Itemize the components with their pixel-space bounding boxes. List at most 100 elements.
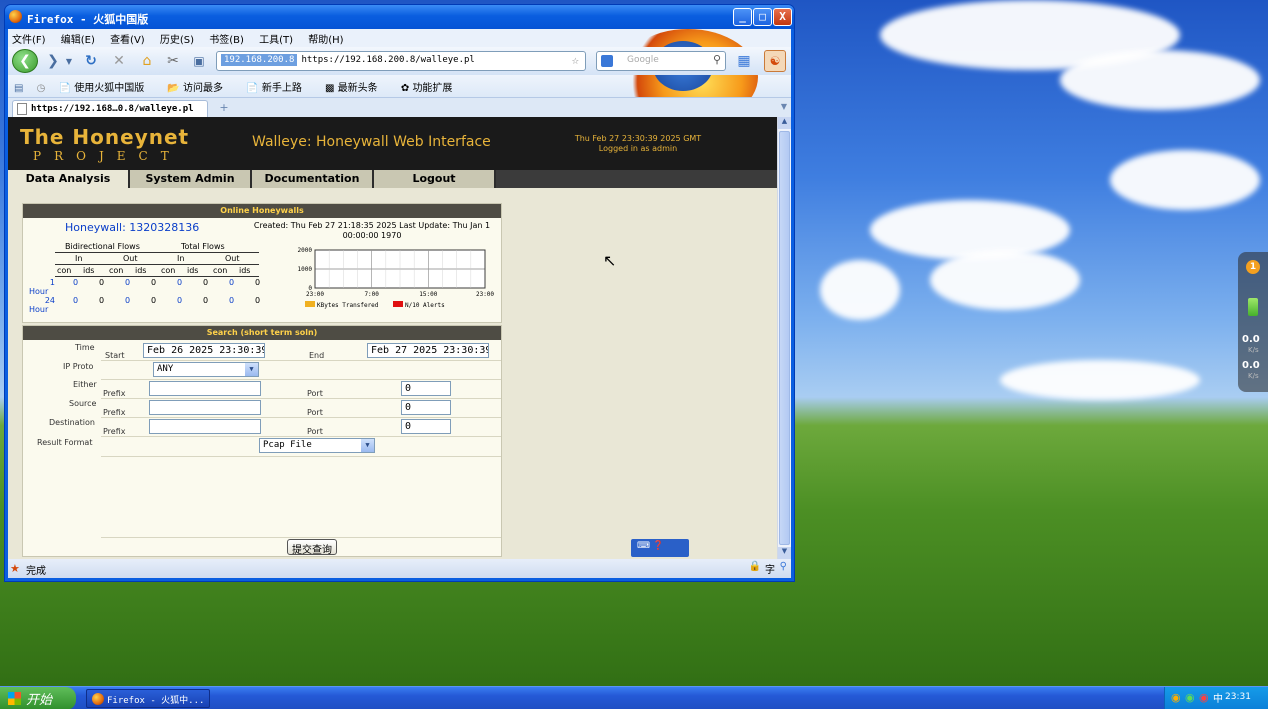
divider [101, 456, 501, 457]
created-line2: 00:00:00 1970 [342, 231, 402, 240]
menu-help[interactable]: 帮助(H) [308, 35, 343, 46]
menu-file[interactable]: 文件(F) [12, 35, 46, 46]
taskbar-firefox-button[interactable]: Firefox - 火狐中... [86, 689, 210, 708]
ipproto-select[interactable]: ANY ▼ [153, 362, 259, 377]
destination-prefix-input[interactable] [149, 419, 261, 434]
menu-tools[interactable]: 工具(T) [259, 35, 293, 46]
either-port-input[interactable]: 0 [401, 381, 451, 396]
tab-list-icon[interactable]: ▼ [781, 102, 787, 111]
help-icon[interactable]: ❓ [653, 541, 664, 551]
flow-cell[interactable]: 0 [125, 278, 130, 287]
menu-bookmarks[interactable]: 书签(B) [209, 35, 244, 46]
star-icon[interactable]: ☆ [572, 53, 579, 67]
ipproto-label: IP Proto [63, 362, 94, 371]
destination-label: Destination [49, 418, 95, 427]
menu-history[interactable]: 历史(S) [160, 35, 194, 46]
in-label: In [75, 254, 83, 263]
history-dropdown-icon[interactable]: ▼ [64, 50, 74, 72]
chevron-down-icon[interactable]: ▼ [361, 439, 374, 452]
either-prefix-input[interactable] [149, 381, 261, 396]
firefox-window[interactable]: Firefox - 火狐中国版 _ □ X 文件(F) 编辑(E) 查看(V) … [4, 4, 795, 582]
scroll-thumb[interactable] [779, 131, 790, 545]
back-button[interactable]: ❮ [12, 49, 38, 73]
bookmark-latest-headlines[interactable]: ▩ 最新头条 [325, 83, 388, 94]
start-label: 开始 [26, 693, 53, 708]
font-icon[interactable]: 字 [765, 561, 775, 576]
prefix-label: Prefix [103, 389, 126, 398]
scroll-down-icon[interactable]: ▼ [778, 547, 791, 559]
magnifier-icon[interactable]: ⚲ [780, 561, 787, 572]
address-bar[interactable]: 192.168.200.8 https://192.168.200.8/walle… [216, 51, 586, 71]
source-port-input[interactable]: 0 [401, 400, 451, 415]
flow-cell: 0 [151, 296, 157, 305]
search-icon[interactable]: ⚲ [713, 53, 721, 66]
source-prefix-input[interactable] [149, 400, 261, 415]
bookmark-extensions[interactable]: ✿ 功能扩展 [401, 83, 463, 94]
destination-port-input[interactable]: 0 [401, 419, 451, 434]
google-icon[interactable] [601, 55, 613, 67]
site-identity[interactable]: 192.168.200.8 [221, 54, 298, 66]
ime-toolbar[interactable]: ⌨ ❓ [631, 539, 689, 557]
upload-speed: 0.0 [1242, 334, 1260, 345]
honeywall-link[interactable]: Honeywall: 1320328136 [65, 221, 199, 234]
reload-button[interactable]: ↻ [80, 50, 102, 72]
honeywall-chart: 20001000023:00 7:00 15:00 23:00KBytes Trans… [298, 247, 495, 309]
scroll-up-icon[interactable]: ▲ [778, 117, 791, 129]
chevron-down-icon[interactable]: ▼ [245, 363, 258, 376]
new-tab-button[interactable]: + [214, 101, 234, 117]
flow-cell[interactable]: 0 [229, 278, 234, 287]
clock-icon[interactable]: ◷ [37, 83, 46, 94]
maximize-button[interactable]: □ [753, 8, 772, 26]
tab-data-analysis[interactable]: Data Analysis [8, 170, 130, 188]
flow-cell[interactable]: 0 [125, 296, 130, 305]
home-button[interactable]: ⌂ [136, 50, 158, 72]
minimize-button[interactable]: _ [733, 8, 752, 26]
divider [101, 398, 501, 399]
close-button[interactable]: X [773, 8, 792, 26]
sidebar-icon[interactable]: ▤ [14, 83, 23, 94]
tab-walleye[interactable]: https://192.168…0.8/walleye.pl [12, 100, 208, 118]
total-flows-label: Total Flows [181, 242, 225, 251]
start-button[interactable]: 开始 [0, 687, 76, 709]
flow-cell[interactable]: 0 [73, 296, 78, 305]
cut-icon[interactable]: ✂ [162, 50, 184, 72]
notification-badge[interactable]: 1 [1246, 260, 1260, 274]
tray-security-icon[interactable]: ◉ [1199, 691, 1209, 704]
chart-legend-swatch [393, 301, 403, 307]
keyboard-icon[interactable]: ⌨ [637, 541, 650, 551]
end-time-input[interactable]: Feb 27 2025 23:30:39 [367, 343, 489, 358]
title-bar[interactable]: Firefox - 火狐中国版 _ □ X [5, 5, 794, 29]
screenshot-icon[interactable]: ▣ [188, 50, 210, 72]
tray-app-icon[interactable]: ◉ [1171, 691, 1181, 704]
flow-cell[interactable]: 0 [177, 296, 182, 305]
submit-query-button[interactable]: 提交查询 [287, 539, 337, 556]
tray-ime-icon[interactable]: 中 [1213, 690, 1223, 705]
flow-cell[interactable]: 0 [73, 278, 78, 287]
time-label: Time [75, 343, 95, 352]
tray-network-icon[interactable]: ◉ [1185, 691, 1195, 704]
network-speed-widget[interactable]: 1 0.0 K/s 0.0 K/s [1238, 252, 1268, 392]
menu-view[interactable]: 查看(V) [110, 35, 145, 46]
login-status: Logged in as admin [598, 144, 678, 153]
stop-button[interactable]: ✕ [108, 50, 130, 72]
tab-documentation[interactable]: Documentation [252, 170, 374, 188]
page-scrollbar[interactable]: ▲ ▼ [777, 117, 791, 559]
tab-logout[interactable]: Logout [374, 170, 496, 188]
flow-rows: 1 Hour 0 0 0 0 0 0 0 0 24 Hour 0 0 0 0 0 0 0 0 [23, 278, 273, 318]
flow-cell[interactable]: 0 [229, 296, 234, 305]
bookmark-use-firefox[interactable]: 📄 使用火狐中国版 [59, 83, 155, 94]
start-time-input[interactable]: Feb 26 2025 23:30:39 [143, 343, 265, 358]
flow-cell: 0 [255, 278, 261, 287]
search-box[interactable]: Google ⚲ [596, 51, 726, 71]
tab-system-admin[interactable]: System Admin [130, 170, 252, 188]
fox-menu-icon[interactable]: ☯ [764, 50, 786, 72]
forward-button[interactable]: ❯ [42, 50, 64, 72]
bookmark-menu-icon[interactable]: ▦ [734, 50, 754, 72]
chart-legend-swatch [305, 301, 315, 307]
bookmark-most-visited[interactable]: 📂 访问最多 [167, 83, 233, 94]
lock-icon[interactable]: 🔒 [749, 561, 761, 572]
result-format-select[interactable]: Pcap File ▼ [259, 438, 375, 453]
flow-cell[interactable]: 0 [177, 278, 182, 287]
bookmark-getting-started[interactable]: 📄 新手上路 [246, 83, 312, 94]
menu-edit[interactable]: 编辑(E) [61, 35, 95, 46]
